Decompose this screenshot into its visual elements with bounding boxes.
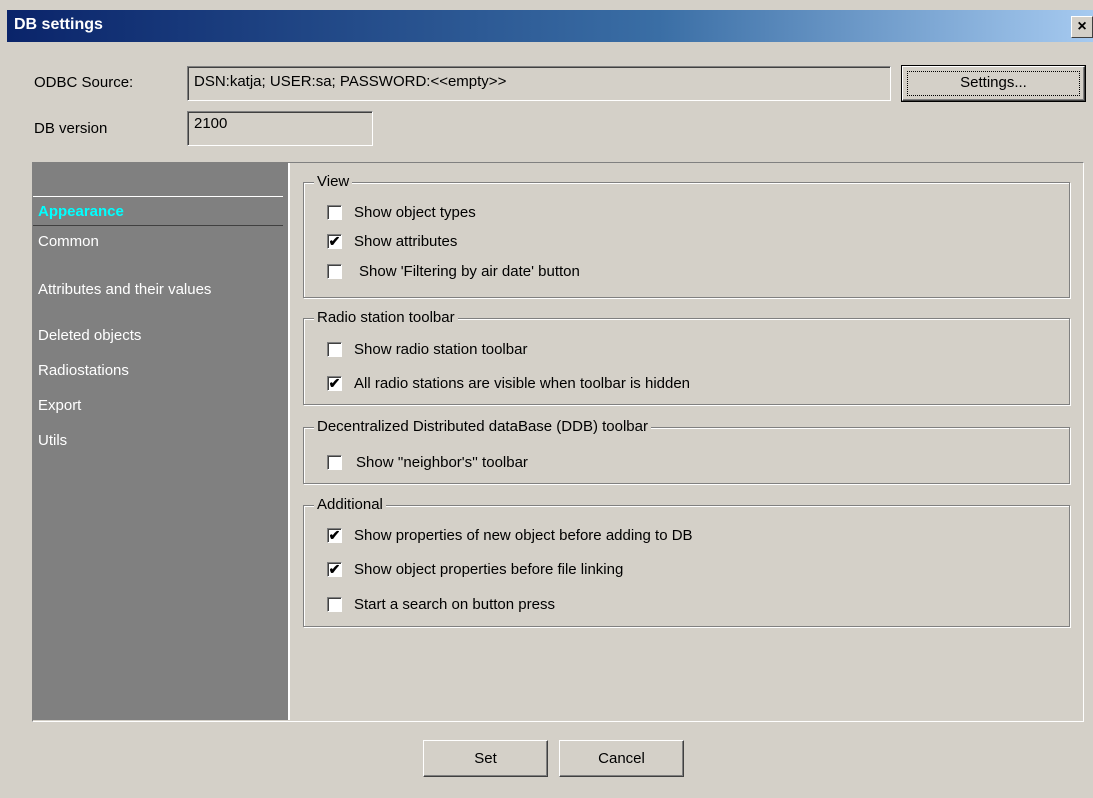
checkmark-icon: ✔ <box>328 233 341 249</box>
label-props-before-adding: Show properties of new object before add… <box>354 527 693 544</box>
nav-item-utils[interactable]: Utils <box>33 432 283 454</box>
title-bar[interactable]: DB settings × <box>7 10 1093 42</box>
group-ddb-toolbar: Decentralized Distributed dataBase (DDB)… <box>303 418 1070 484</box>
group-ddb-title: Decentralized Distributed dataBase (DDB)… <box>314 418 651 435</box>
label-show-attributes: Show attributes <box>354 233 458 250</box>
checkbox-show-object-types[interactable] <box>327 205 342 220</box>
label-show-radio-toolbar: Show radio station toolbar <box>354 341 528 358</box>
cancel-button[interactable]: Cancel <box>559 740 684 777</box>
group-radio-toolbar: Radio station toolbar Show radio station… <box>303 309 1070 405</box>
checkbox-show-attributes[interactable]: ✔ <box>327 234 342 249</box>
odbc-source-field: DSN:katja; USER:sa; PASSWORD:<<empty>> <box>187 66 891 101</box>
checkbox-stations-visible[interactable]: ✔ <box>327 376 342 391</box>
checkmark-icon: ✔ <box>328 561 341 577</box>
odbc-source-label: ODBC Source: <box>34 74 134 91</box>
nav-item-common[interactable]: Common <box>33 233 283 255</box>
checkmark-icon: ✔ <box>328 375 341 391</box>
window-title: DB settings <box>14 16 103 33</box>
checkbox-search-on-button[interactable] <box>327 597 342 612</box>
group-view: View Show object types ✔ Show attributes… <box>303 173 1070 298</box>
close-icon: × <box>1077 18 1087 35</box>
group-view-title: View <box>314 173 353 190</box>
checkbox-show-neighbor-toolbar[interactable] <box>327 455 342 470</box>
settings-button[interactable]: Settings... <box>901 65 1086 102</box>
close-button[interactable]: × <box>1071 16 1093 38</box>
nav-item-attributes[interactable]: Attributes and their values <box>33 281 283 303</box>
nav-divider <box>287 163 290 720</box>
checkbox-show-radio-toolbar[interactable] <box>327 342 342 357</box>
set-button[interactable]: Set <box>423 740 548 777</box>
label-stations-visible: All radio stations are visible when tool… <box>354 375 691 392</box>
nav-item-export[interactable]: Export <box>33 397 283 419</box>
category-nav: Appearance Common Attributes and their v… <box>33 163 287 720</box>
nav-item-deleted-objects[interactable]: Deleted objects <box>33 327 283 349</box>
checkmark-icon: ✔ <box>328 527 341 543</box>
group-additional-title: Additional <box>314 496 386 513</box>
checkbox-props-before-linking[interactable]: ✔ <box>327 562 342 577</box>
group-additional: Additional ✔ Show properties of new obje… <box>303 496 1070 627</box>
nav-item-radiostations[interactable]: Radiostations <box>33 362 283 384</box>
checkbox-props-before-adding[interactable]: ✔ <box>327 528 342 543</box>
group-radio-title: Radio station toolbar <box>314 309 458 326</box>
label-search-on-button: Start a search on button press <box>354 596 555 613</box>
settings-button-label: Settings... <box>907 71 1080 96</box>
label-props-before-linking: Show object properties before file linki… <box>354 561 624 578</box>
label-show-neighbor-toolbar: Show ''neighbor's'' toolbar <box>356 454 528 471</box>
nav-item-appearance[interactable]: Appearance <box>33 196 283 226</box>
checkbox-show-filtering-button[interactable] <box>327 264 342 279</box>
db-version-label: DB version <box>34 120 108 137</box>
label-show-object-types: Show object types <box>354 204 476 221</box>
db-version-field: 2100 <box>187 111 373 146</box>
db-settings-window: DB settings × ODBC Source: DSN:katja; US… <box>0 0 1093 798</box>
label-show-filtering-button: Show 'Filtering by air date' button <box>359 263 580 280</box>
